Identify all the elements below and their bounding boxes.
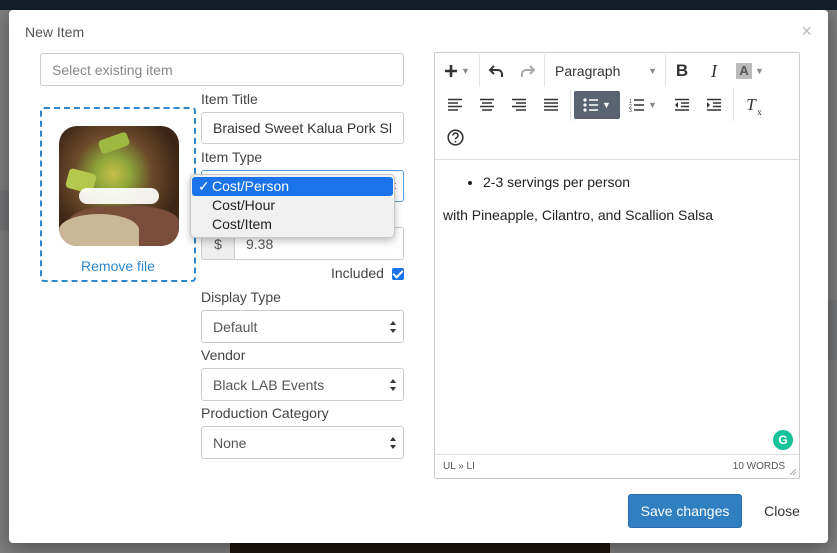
indent-button[interactable]: [698, 91, 730, 119]
select-arrows-icon: [389, 378, 397, 392]
align-right-icon: [512, 98, 526, 111]
checkmark-icon: ✓: [198, 178, 210, 194]
redo-button[interactable]: [512, 57, 544, 85]
numbered-list-icon: 123: [629, 99, 645, 112]
align-justify-icon: [544, 98, 558, 111]
resize-handle-icon[interactable]: [789, 468, 797, 476]
modal-title: New Item: [25, 24, 85, 40]
word-count: 10 WORDS: [732, 461, 785, 472]
align-center-button[interactable]: [471, 91, 503, 119]
item-title-label: Item Title: [201, 91, 258, 107]
bullet-list: 2-3 servings per person: [443, 172, 791, 192]
grammarly-icon[interactable]: G: [773, 430, 793, 450]
production-category-select[interactable]: None: [201, 426, 404, 459]
editor-content[interactable]: 2-3 servings per person with Pineapple, …: [435, 161, 799, 456]
toolbar-row-1: ▼ Paragraph ▼ B I A ▼: [435, 55, 770, 87]
image-detail: [59, 214, 139, 246]
select-arrows-icon: [389, 320, 397, 334]
image-dropzone[interactable]: Remove file: [40, 107, 196, 282]
close-button[interactable]: Close: [757, 494, 807, 528]
item-type-dropdown: ✓ Cost/Person Cost/Hour Cost/Item: [190, 174, 395, 238]
bullet-list-icon: [583, 98, 599, 112]
included-label: Included: [331, 265, 384, 281]
close-icon[interactable]: ×: [801, 22, 812, 40]
align-justify-button[interactable]: [535, 91, 567, 119]
insert-button[interactable]: ▼: [435, 57, 479, 85]
italic-button[interactable]: I: [698, 57, 730, 85]
image-detail: [97, 131, 131, 155]
item-title-input[interactable]: Braised Sweet Kalua Pork Sl: [201, 112, 404, 144]
bullet-item: 2-3 servings per person: [483, 172, 791, 192]
option-label: Cost/Person: [212, 178, 290, 194]
undo-button[interactable]: [480, 57, 512, 85]
included-checkbox[interactable]: [391, 268, 404, 281]
new-item-modal: New Item × Select existing item Remove f…: [9, 10, 828, 543]
included-row: Included: [331, 265, 404, 281]
production-category-value: None: [213, 434, 247, 451]
font-color-button[interactable]: A ▼: [730, 57, 770, 85]
editor-paragraph: with Pineapple, Cilantro, and Scallion S…: [443, 207, 714, 223]
toolbar-separator: [570, 89, 571, 121]
save-changes-button[interactable]: Save changes: [628, 494, 742, 528]
item-image-thumbnail: [59, 126, 179, 246]
numbered-list-button[interactable]: 123 ▼: [620, 91, 666, 119]
bullet-list-button[interactable]: ▼: [574, 91, 620, 119]
align-left-icon: [448, 98, 462, 111]
svg-text:3: 3: [629, 108, 632, 112]
select-arrows-icon: [389, 436, 397, 450]
clear-format-icon: Tx: [746, 95, 762, 117]
toolbar-row-2: ▼ 123 ▼ Tx: [439, 89, 765, 121]
align-center-icon: [480, 98, 494, 111]
help-button[interactable]: [439, 123, 471, 151]
bold-button[interactable]: B: [666, 57, 698, 85]
dropdown-option-cost-person[interactable]: ✓ Cost/Person: [192, 177, 393, 196]
chevron-down-icon: ▼: [648, 66, 657, 76]
vendor-select[interactable]: Black LAB Events: [201, 368, 404, 401]
option-label: Cost/Item: [212, 216, 272, 232]
indent-icon: [707, 98, 721, 111]
block-format-label: Paragraph: [555, 63, 621, 79]
display-type-label: Display Type: [201, 289, 281, 305]
undo-icon: [488, 65, 503, 77]
dropdown-option-cost-item[interactable]: Cost/Item: [192, 215, 393, 234]
display-type-select[interactable]: Default: [201, 310, 404, 343]
element-path[interactable]: UL » LI: [443, 461, 475, 472]
help-icon: [446, 128, 464, 146]
clear-format-button[interactable]: Tx: [737, 91, 765, 119]
option-label: Cost/Hour: [212, 197, 276, 213]
upload-progress-bar: [79, 188, 159, 204]
editor-toolbar: ▼ Paragraph ▼ B I A ▼ ▼ 1 2 3 ▼ T x: [435, 53, 799, 160]
dropdown-option-cost-hour[interactable]: Cost/Hour: [192, 196, 393, 215]
block-format-select[interactable]: Paragraph ▼: [545, 57, 665, 85]
vendor-label: Vendor: [201, 347, 246, 363]
redo-icon: [521, 65, 536, 77]
display-type-value: Default: [213, 318, 258, 335]
italic-icon: I: [711, 60, 717, 81]
plus-icon: [445, 65, 458, 77]
rich-text-editor: ▼ Paragraph ▼ B I A ▼ ▼ 1 2 3 ▼ T x • 2-…: [434, 52, 800, 479]
toolbar-separator: [733, 89, 734, 121]
font-color-icon: A: [736, 63, 753, 79]
align-left-button[interactable]: [439, 91, 471, 119]
item-type-label: Item Type: [201, 149, 263, 165]
remove-file-link[interactable]: Remove file: [42, 258, 194, 274]
bold-icon: B: [675, 61, 689, 80]
select-existing-item-input[interactable]: Select existing item: [40, 53, 404, 86]
outdent-button[interactable]: [666, 91, 698, 119]
outdent-icon: [675, 98, 689, 111]
vendor-value: Black LAB Events: [213, 376, 325, 393]
align-right-button[interactable]: [503, 91, 535, 119]
toolbar-row-3: [439, 121, 471, 153]
production-category-label: Production Category: [201, 405, 329, 421]
editor-statusbar: UL » LI 10 WORDS: [435, 454, 799, 478]
